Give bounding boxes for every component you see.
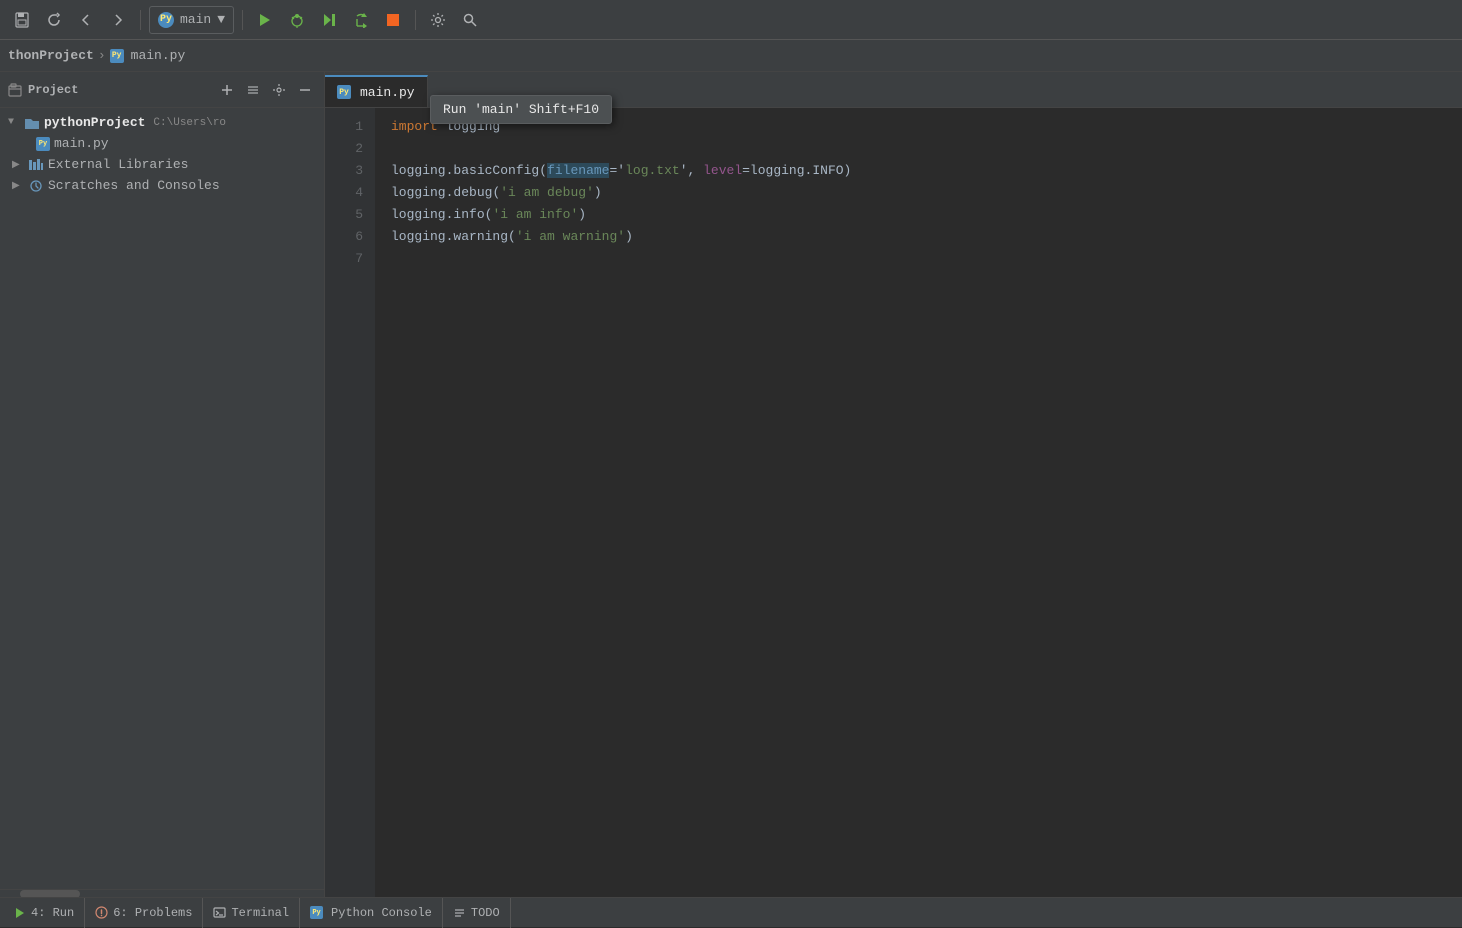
separator-3: [415, 10, 416, 30]
status-todo[interactable]: TODO: [443, 898, 511, 928]
terminal-status-icon: [213, 906, 226, 919]
line-num-4: 4: [325, 182, 363, 204]
project-label: pythonProject: [44, 115, 145, 130]
external-libraries-label: External Libraries: [48, 157, 188, 172]
terminal-label: Terminal: [231, 906, 289, 920]
sidebar-header: Project: [0, 72, 324, 108]
status-python-console[interactable]: Py Python Console: [300, 898, 443, 928]
code-line-2: [391, 138, 1446, 160]
problems-status-icon: [95, 906, 108, 919]
run-button[interactable]: [251, 6, 279, 34]
line-numbers: 1 2 3 4 5 6 7: [325, 108, 375, 897]
back-button[interactable]: [72, 6, 100, 34]
file-python-icon: Py: [110, 49, 124, 63]
mainpy-label: main.py: [54, 136, 109, 151]
sidebar-tree: ▼ pythonProject C:\Users\ro ▶ Py main.py…: [0, 108, 324, 889]
code-line-3: logging.basicConfig(filename='log.txt', …: [391, 160, 1446, 182]
code-editor[interactable]: 1 2 3 4 5 6 7 import logging logging.bas…: [325, 108, 1462, 897]
library-icon: [28, 158, 44, 172]
run-status-icon: [14, 907, 26, 919]
arrange-button[interactable]: [242, 79, 264, 101]
separator-2: [242, 10, 243, 30]
forward-button[interactable]: [104, 6, 132, 34]
refresh-button[interactable]: [40, 6, 68, 34]
separator-1: [140, 10, 141, 30]
console-status-icon: Py: [310, 906, 323, 919]
code-line-4: logging.debug('i am debug'): [391, 182, 1446, 204]
collapse-button[interactable]: [294, 79, 316, 101]
console-label: Python Console: [331, 906, 432, 920]
sidebar: Project: [0, 72, 325, 897]
scratches-label: Scratches and Consoles: [48, 178, 220, 193]
sidebar-title: Project: [28, 83, 78, 97]
line-num-3: 3: [325, 160, 363, 182]
code-line-7: [391, 248, 1446, 270]
project-panel-icon: [8, 83, 22, 97]
sidebar-item-project[interactable]: ▼ pythonProject C:\Users\ro: [0, 112, 324, 133]
add-button[interactable]: [216, 79, 238, 101]
project-name-breadcrumb[interactable]: thonProject: [8, 48, 94, 63]
status-problems[interactable]: 6: Problems: [85, 898, 203, 928]
folder-icon: [24, 116, 40, 130]
sidebar-item-scratches[interactable]: ▶ Scratches and Consoles: [0, 175, 324, 196]
dropdown-arrow: ▼: [217, 12, 225, 27]
save-button[interactable]: [8, 6, 36, 34]
tab-py-icon: Py: [337, 85, 351, 99]
stop-button[interactable]: [379, 6, 407, 34]
sidebar-item-external-libraries[interactable]: ▶ External Libraries: [0, 154, 324, 175]
status-terminal[interactable]: Terminal: [203, 898, 300, 928]
sidebar-scrollbar[interactable]: [0, 889, 324, 897]
breadcrumb-separator: ›: [98, 48, 106, 63]
problems-label: 6: Problems: [113, 906, 192, 920]
project-path: C:\Users\ro: [153, 117, 226, 129]
python-icon: Py: [158, 12, 174, 28]
search-button[interactable]: [456, 6, 484, 34]
sidebar-item-mainpy[interactable]: ▶ Py main.py: [0, 133, 324, 154]
sidebar-scrollbar-thumb: [20, 890, 80, 897]
tooltip-text: Run 'main' Shift+F10: [443, 102, 599, 117]
scratches-expand-arrow: ▶: [12, 180, 24, 192]
line-num-6: 6: [325, 226, 363, 248]
line-num-1: 1: [325, 116, 363, 138]
todo-label: TODO: [471, 906, 500, 920]
todo-status-icon: [453, 906, 466, 919]
resume-button[interactable]: [315, 6, 343, 34]
py-file-icon: Py: [36, 137, 50, 151]
breadcrumb-filename[interactable]: main.py: [131, 48, 186, 63]
code-content[interactable]: import logging logging.basicConfig(filen…: [375, 108, 1462, 897]
tab-mainpy[interactable]: Py main.py: [325, 75, 428, 107]
line-num-7: 7: [325, 248, 363, 270]
breadcrumb: thonProject › Py main.py: [0, 40, 1462, 72]
wrench-button[interactable]: [424, 6, 452, 34]
main-area: Project: [0, 72, 1462, 897]
main-toolbar: Py main ▼: [0, 0, 1462, 40]
status-run[interactable]: 4: Run: [4, 898, 85, 928]
status-bar: 4: Run 6: Problems Terminal Py Python Co…: [0, 897, 1462, 927]
scratches-icon: [28, 179, 44, 193]
sidebar-header-icons: [216, 79, 316, 101]
run-label: 4: Run: [31, 906, 74, 920]
run-tooltip: Run 'main' Shift+F10: [430, 95, 612, 124]
editor-area: Py main.py Run 'main' Shift+F10 1 2 3 4 …: [325, 72, 1462, 897]
libraries-expand-arrow: ▶: [12, 159, 24, 171]
step-over-button[interactable]: [347, 6, 375, 34]
line-num-2: 2: [325, 138, 363, 160]
tree-expand-arrow: ▼: [8, 117, 20, 128]
tab-label: main.py: [360, 85, 415, 100]
code-line-6: logging.warning('i am warning'): [391, 226, 1446, 248]
settings-button[interactable]: [268, 79, 290, 101]
line-num-5: 5: [325, 204, 363, 226]
code-line-5: logging.info('i am info'): [391, 204, 1446, 226]
debug-button[interactable]: [283, 6, 311, 34]
run-config-label: main: [180, 12, 211, 27]
run-config-button[interactable]: Py main ▼: [149, 6, 234, 34]
